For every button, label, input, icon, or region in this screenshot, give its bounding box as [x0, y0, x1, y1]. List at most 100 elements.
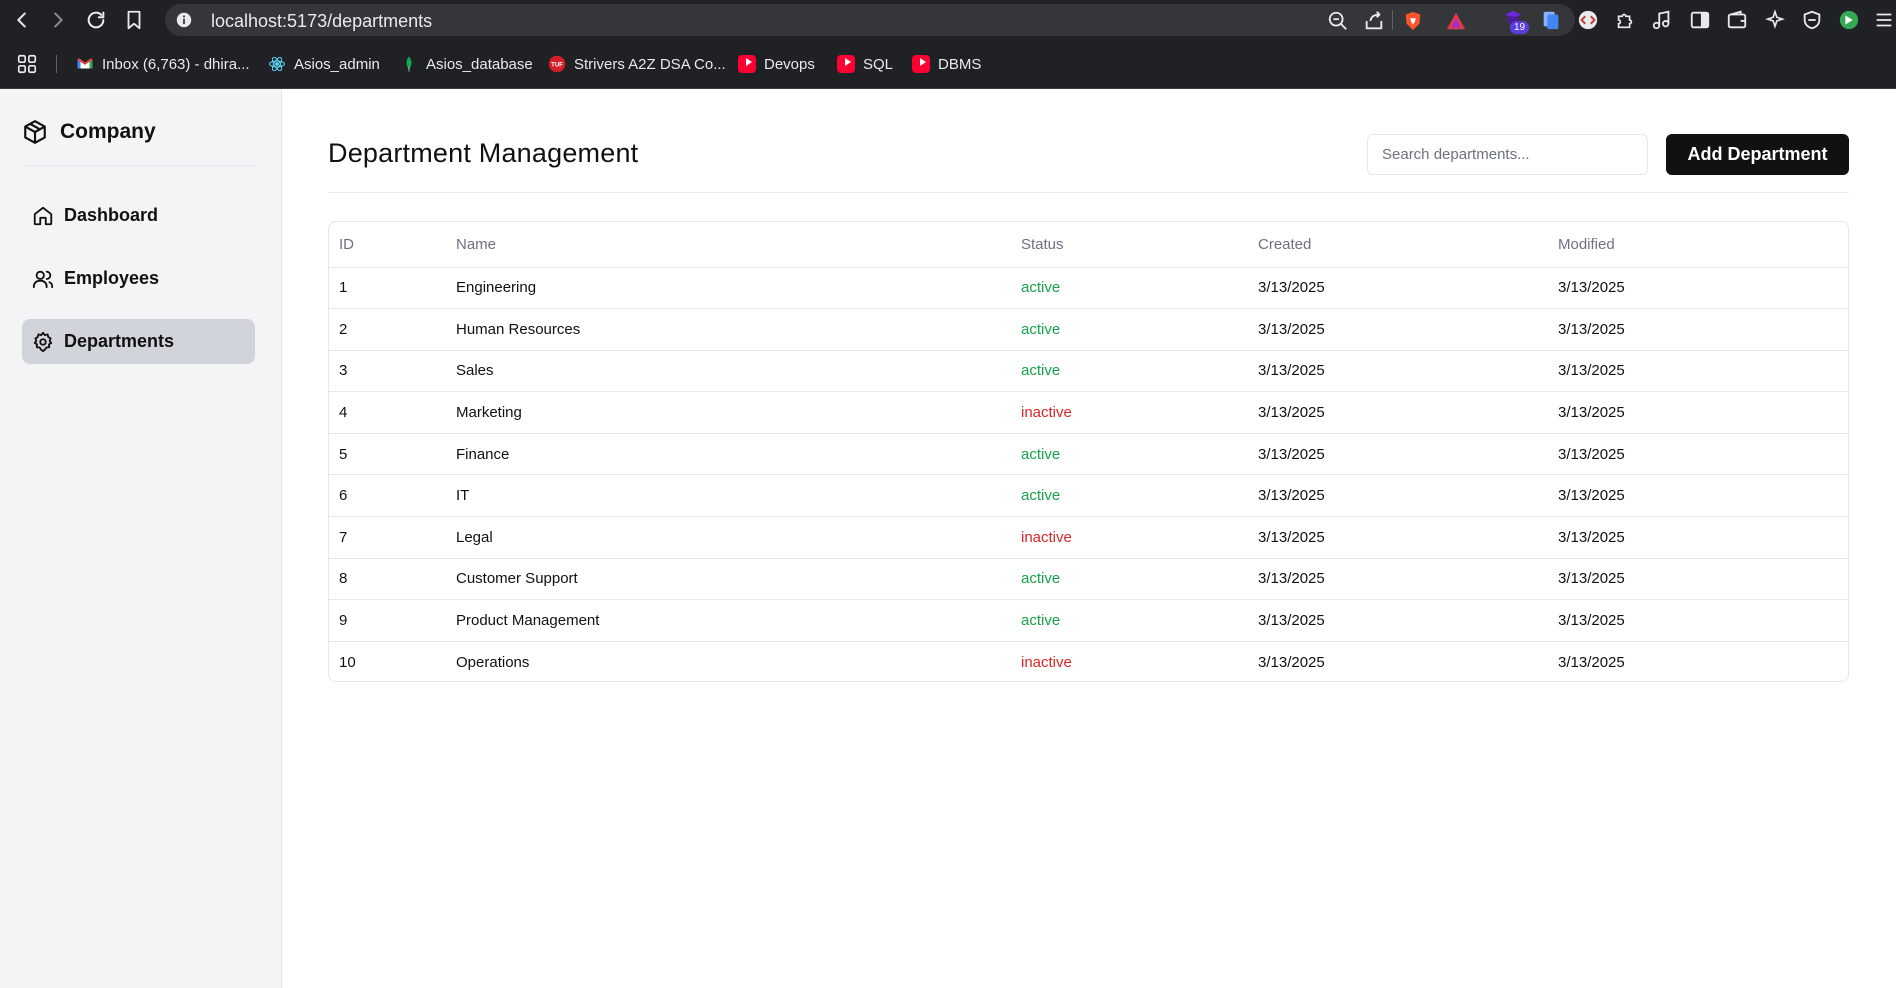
- table-row[interactable]: 3 Sales active 3/13/2025 3/13/2025: [329, 350, 1848, 393]
- reload-icon[interactable]: [84, 8, 108, 32]
- tuf-icon: TUF: [548, 55, 566, 73]
- sidebar-toggle-icon[interactable]: [1689, 9, 1711, 31]
- youtube-icon: [837, 55, 855, 73]
- home-icon: [33, 206, 53, 225]
- site-info-icon[interactable]: [175, 11, 193, 29]
- brand-name: Company: [60, 120, 156, 143]
- gmail-icon: [77, 58, 93, 69]
- header-divider: [328, 192, 1849, 193]
- column-header-status: Status: [1011, 222, 1248, 268]
- sidebar-item-label: Employees: [64, 268, 160, 288]
- cell-modified: 3/13/2025: [1548, 516, 1848, 559]
- brave-shield-icon[interactable]: [1402, 10, 1424, 32]
- column-header-name: Name: [446, 222, 1011, 268]
- table-row[interactable]: 1 Engineering active 3/13/2025 3/13/2025: [329, 267, 1848, 310]
- cell-id: 9: [329, 599, 446, 642]
- cell-modified: 3/13/2025: [1548, 391, 1848, 434]
- brand: Company: [22, 119, 156, 145]
- bookmark-icon[interactable]: [122, 8, 146, 32]
- cell-status: inactive: [1021, 653, 1072, 671]
- bookmarks-divider: [56, 55, 57, 73]
- leo-ai-icon[interactable]: [1764, 9, 1786, 31]
- bookmark-dbms[interactable]: DBMS: [912, 54, 981, 74]
- cell-created: 3/13/2025: [1248, 267, 1548, 310]
- bookmarks-bar: Inbox (6,763) - dhira... Asios_admin Asi…: [0, 48, 1896, 78]
- search-input[interactable]: [1367, 134, 1648, 175]
- cell-status: inactive: [1011, 391, 1248, 434]
- browser-toolbar: localhost:5173/departments 19: [0, 0, 1896, 40]
- cell-created: 3/13/2025: [1248, 558, 1548, 601]
- table-row[interactable]: 7 Legal inactive 3/13/2025 3/13/2025: [329, 516, 1848, 559]
- cell-status: active: [1011, 350, 1248, 393]
- table-row[interactable]: 2 Human Resources active 3/13/2025 3/13/…: [329, 308, 1848, 351]
- cell-id: 8: [329, 558, 446, 601]
- bookmark-label: Asios_database: [426, 55, 533, 73]
- extension-badge-icon[interactable]: 19: [1502, 9, 1530, 34]
- cell-modified: 3/13/2025: [1548, 599, 1848, 642]
- share-icon[interactable]: [1363, 10, 1385, 32]
- sidebar-item-employees[interactable]: Employees: [22, 256, 255, 301]
- cell-created: 3/13/2025: [1248, 433, 1548, 476]
- bookmark-label: SQL: [863, 55, 894, 73]
- table-row[interactable]: 9 Product Management active 3/13/2025 3/…: [329, 599, 1848, 642]
- vpn-shield-icon[interactable]: [1801, 9, 1823, 31]
- table-row[interactable]: 6 IT active 3/13/2025 3/13/2025: [329, 474, 1848, 518]
- bookmark-asios-admin[interactable]: Asios_admin: [268, 54, 380, 74]
- cell-name: Customer Support: [446, 558, 1011, 601]
- extension-badge-count: 19: [1510, 21, 1530, 34]
- cell-id: 10: [339, 653, 356, 671]
- cell-modified: 3/13/2025: [1548, 267, 1848, 310]
- cell-status: inactive: [1011, 516, 1248, 559]
- code-extension-icon[interactable]: [1577, 9, 1599, 31]
- sidebar-divider: [22, 165, 256, 166]
- users-icon: [32, 270, 54, 288]
- bookmark-sql[interactable]: SQL: [837, 54, 893, 74]
- cell-created: 3/13/2025: [1258, 653, 1325, 671]
- bookmark-devops[interactable]: Devops: [738, 54, 815, 74]
- cell-name: Operations: [456, 653, 530, 671]
- bookmark-strivers[interactable]: TUF Strivers A2Z DSA Co...: [548, 54, 726, 74]
- youtube-icon: [738, 55, 756, 73]
- cell-name: Finance: [446, 433, 1011, 476]
- column-header-modified: Modified: [1548, 222, 1848, 268]
- column-header-created: Created: [1248, 222, 1548, 268]
- back-icon[interactable]: [10, 8, 34, 32]
- cell-name: IT: [446, 474, 1011, 518]
- table-row[interactable]: 10 Operations inactive 3/13/2025 3/13/20…: [329, 641, 1848, 681]
- cell-created: 3/13/2025: [1248, 599, 1548, 642]
- puzzle-extensions-icon[interactable]: [1614, 9, 1636, 31]
- table-row[interactable]: 4 Marketing inactive 3/13/2025 3/13/2025: [329, 391, 1848, 434]
- svg-text:TUF: TUF: [551, 62, 563, 68]
- brave-rewards-icon[interactable]: [1445, 10, 1467, 32]
- browser-menu-icon[interactable]: [1873, 9, 1895, 31]
- gear-icon: [33, 331, 53, 352]
- cell-id: 2: [329, 308, 446, 351]
- cell-name: Product Management: [446, 599, 1011, 642]
- table-row[interactable]: 8 Customer Support active 3/13/2025 3/13…: [329, 558, 1848, 601]
- cell-name: Engineering: [446, 267, 1011, 310]
- docs-extension-icon[interactable]: [1540, 9, 1562, 31]
- cell-modified: 3/13/2025: [1548, 558, 1848, 601]
- bookmark-gmail[interactable]: Inbox (6,763) - dhira...: [76, 54, 250, 74]
- url-text: localhost:5173/departments: [211, 11, 433, 31]
- table-row[interactable]: 5 Finance active 3/13/2025 3/13/2025: [329, 433, 1848, 476]
- media-music-icon[interactable]: [1651, 9, 1673, 31]
- address-bar[interactable]: localhost:5173/departments: [165, 4, 1575, 36]
- departments-table: ID Name Status Created Modified 1 Engine…: [328, 221, 1849, 682]
- cell-name: Legal: [446, 516, 1011, 559]
- bookmark-asios-database[interactable]: Asios_database: [400, 54, 533, 74]
- add-department-button[interactable]: Add Department: [1666, 134, 1849, 175]
- apps-grid-icon[interactable]: [16, 53, 38, 75]
- cell-status: active: [1011, 599, 1248, 642]
- cell-modified: 3/13/2025: [1548, 433, 1848, 476]
- browser-chrome: localhost:5173/departments 19 Inbox (6,7…: [0, 0, 1896, 89]
- zoom-icon[interactable]: [1327, 10, 1349, 32]
- profile-avatar-icon[interactable]: [1838, 9, 1860, 31]
- sidebar-item-label: Departments: [64, 331, 175, 351]
- forward-icon[interactable]: [46, 8, 70, 32]
- wallet-icon[interactable]: [1726, 9, 1748, 31]
- package-cube-icon: [24, 120, 46, 144]
- sidebar-item-departments[interactable]: Departments: [22, 319, 255, 364]
- react-icon: [269, 56, 285, 72]
- sidebar-item-dashboard[interactable]: Dashboard: [22, 193, 255, 238]
